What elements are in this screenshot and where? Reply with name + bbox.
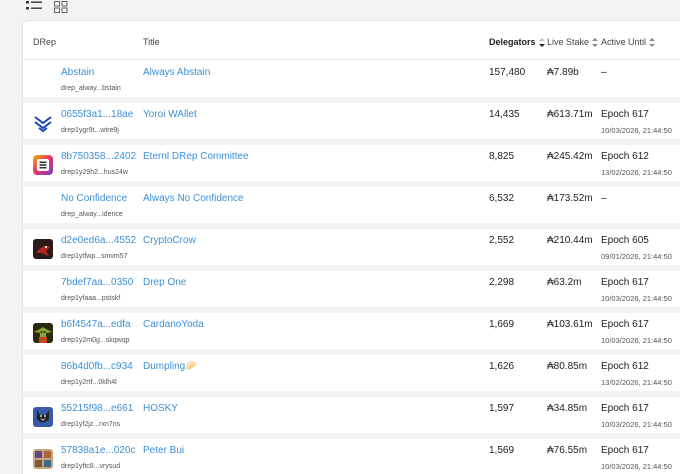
view-toggle [26,0,70,13]
drep-id-link[interactable]: No Confidence [61,193,127,204]
table-row[interactable]: 57838a1e...020c drep1yftc8...vrysud Peter … [23,439,680,474]
live-stake-value: ₳63.2m [547,277,582,288]
table-row[interactable]: 55215f98...e661 drep1yf2jz...rxn7ns HOSKY 1… [23,397,680,433]
drep-title-link[interactable]: Yoroi WAllet [143,109,197,120]
sort-desc-icon[interactable] [538,37,545,47]
drep-avatar [33,239,53,259]
drep-avatar [33,155,53,175]
live-stake-value: ₳245.42m [547,151,593,162]
table-row[interactable]: b6f4547a...edfa drep1y2m0g...skqwqp Cardan… [23,313,680,349]
live-stake-value: ₳173.52m [547,193,593,204]
live-stake-value: ₳34.85m [547,403,588,414]
drep-id-link[interactable]: 7bdef7aa...0350 [61,277,133,288]
active-until-date: 09/01/2026, 21:44:50 [601,252,672,261]
drep-bech32: drep1ygr9t...wtre9j [61,127,119,134]
live-stake-value: ₳76.55m [547,445,588,456]
table-row[interactable]: Abstain drep_alway...bstain Always Abstain… [23,61,680,97]
drep-avatar [33,113,53,133]
delegators-count: 1,626 [489,361,515,372]
live-stake-value: ₳7.89b [547,67,579,78]
live-stake-value: ₳103.61m [547,319,593,330]
delegators-count: 6,532 [489,193,515,204]
active-until-epoch: Epoch 612 [601,361,649,372]
active-until-date: 10/03/2026, 21:44:50 [601,336,672,345]
drep-id-link[interactable]: 55215f98...e661 [61,403,133,414]
active-until-epoch: Epoch 617 [601,319,649,330]
table-row[interactable]: 0655f3a1...18ae drep1ygr9t...wtre9j Yoroi … [23,103,680,139]
drep-id-link[interactable]: b6f4547a...edfa [61,319,131,330]
list-view-icon[interactable] [26,0,42,12]
column-header-live-stake[interactable]: Live Stake [547,37,599,47]
drep-table: DRep Title Delegators Live Stake Active … [22,20,680,474]
drep-bech32: drep1y2rtf...0klh4l [61,379,117,386]
active-until-date: 10/03/2026, 21:44:50 [601,420,672,429]
drep-id-link[interactable]: 8b750358...2402 [61,151,136,162]
active-until-epoch: – [601,193,607,204]
sort-icon[interactable] [649,37,656,47]
table-header: DRep Title Delegators Live Stake Active … [23,21,680,60]
delegators-count: 1,569 [489,445,515,456]
drep-bech32: drep_alway...idence [61,211,123,218]
active-until-epoch: Epoch 617 [601,403,649,414]
table-row[interactable]: 7bdef7aa...0350 drep1yfaaa...pstskf Drep O… [23,271,680,307]
active-until-epoch: – [601,67,607,78]
delegators-count: 1,669 [489,319,515,330]
sort-icon[interactable] [592,37,599,47]
table-row[interactable]: d2e0ed6a...4552 drep1ytfwp...smvm57 Crypto… [23,229,680,265]
delegators-count: 14,435 [489,109,520,120]
drep-id-link[interactable]: d2e0ed6a...4552 [61,235,136,246]
drep-bech32: drep1yf2jz...rxn7ns [61,421,121,428]
table-row[interactable]: 86b4d0fb...c934 drep1y2rtf...0klh4l Dumpli… [23,355,680,391]
grid-view-icon[interactable] [54,0,70,13]
column-header-delegators[interactable]: Delegators [489,37,545,47]
active-until-date: 13/02/2026, 21:44:50 [601,378,672,387]
active-until-epoch: Epoch 617 [601,277,649,288]
table-row[interactable]: No Confidence drep_alway...idence Always N… [23,187,680,223]
live-stake-value: ₳210.44m [547,235,593,246]
drep-bech32: drep_alway...bstain [61,85,121,92]
drep-bech32: drep1ytfwp...smvm57 [61,253,128,260]
column-header-drep: DRep [33,37,57,47]
drep-title-link[interactable]: Eternl DRep Committee [143,151,249,162]
active-until-epoch: Epoch 617 [601,109,649,120]
drep-avatar [33,323,53,343]
drep-id-link[interactable]: Abstain [61,67,94,78]
active-until-date: 10/03/2026, 21:44:50 [601,126,672,135]
drep-title-link[interactable]: Dumpling🥟 [143,361,198,372]
drep-title-link[interactable]: Always No Confidence [143,193,244,204]
drep-bech32: drep1yftc8...vrysud [61,463,121,470]
drep-title-link[interactable]: Peter Bui [143,445,184,456]
delegators-count: 2,298 [489,277,515,288]
drep-bech32: drep1y29h2...hus24w [61,169,128,176]
active-until-date: 10/03/2026, 21:44:50 [601,462,672,471]
delegators-count: 2,552 [489,235,515,246]
drep-title-link[interactable]: CryptoCrow [143,235,196,246]
drep-title-link[interactable]: HOSKY [143,403,178,414]
active-until-date: 10/03/2026, 21:44:50 [601,294,672,303]
drep-avatar [33,407,53,427]
delegators-count: 157,480 [489,67,526,78]
delegators-count: 1,597 [489,403,515,414]
active-until-epoch: Epoch 605 [601,235,649,246]
column-header-title: Title [143,37,160,47]
live-stake-value: ₳613.71m [547,109,593,120]
table-row[interactable]: 8b750358...2402 drep1y29h2...hus24w Eternl… [23,145,680,181]
drep-id-link[interactable]: 86b4d0fb...c934 [61,361,133,372]
delegators-count: 8,825 [489,151,515,162]
drep-id-link[interactable]: 57838a1e...020c [61,445,136,456]
live-stake-value: ₳80.85m [547,361,588,372]
drep-title-link[interactable]: Always Abstain [143,67,210,78]
drep-avatar [33,449,53,469]
active-until-date: 13/02/2026, 21:44:50 [601,168,672,177]
drep-title-link[interactable]: CardanoYoda [143,319,204,330]
drep-bech32: drep1yfaaa...pstskf [61,295,121,302]
active-until-epoch: Epoch 617 [601,445,649,456]
active-until-epoch: Epoch 612 [601,151,649,162]
drep-title-link[interactable]: Drep One [143,277,186,288]
drep-id-link[interactable]: 0655f3a1...18ae [61,109,133,120]
drep-bech32: drep1y2m0g...skqwqp [61,337,130,344]
column-header-active-until[interactable]: Active Until [601,37,656,47]
